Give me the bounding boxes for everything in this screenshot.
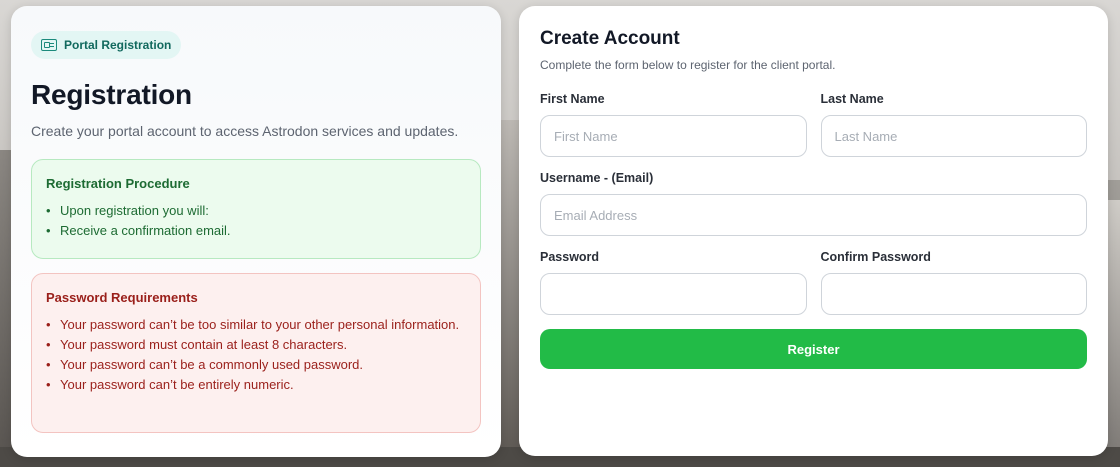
first-name-input[interactable]	[540, 115, 807, 157]
last-name-field: Last Name	[820, 92, 1087, 157]
registration-procedure-box: Registration Procedure Upon registration…	[31, 159, 481, 259]
email-input[interactable]	[540, 194, 1087, 236]
password-label: Password	[540, 250, 600, 264]
first-name-field: First Name	[540, 92, 807, 157]
password-field: Password	[540, 250, 807, 315]
list-item: Your password can’t be a commonly used p…	[46, 355, 466, 375]
username-label: Username - (Email)	[540, 171, 654, 185]
first-name-label: First Name	[540, 92, 605, 106]
procedure-title: Registration Procedure	[46, 176, 190, 191]
requirements-list: Your password can’t be too similar to yo…	[46, 315, 466, 395]
page-title: Registration	[31, 79, 192, 110]
confirm-password-field: Confirm Password	[820, 250, 1087, 315]
form-subtitle: Complete the form below to register for …	[540, 58, 836, 72]
confirm-password-input[interactable]	[820, 273, 1087, 315]
id-card-icon	[41, 39, 57, 51]
badge-label: Portal Registration	[64, 38, 172, 52]
last-name-label: Last Name	[820, 92, 884, 106]
password-row: Password Confirm Password	[540, 250, 1087, 315]
list-item: Your password can’t be too similar to yo…	[46, 315, 466, 335]
requirements-title: Password Requirements	[46, 290, 198, 305]
procedure-list: Upon registration you will: Receive a co…	[46, 201, 466, 241]
last-name-input[interactable]	[820, 115, 1087, 157]
registration-info-panel: Portal Registration Registration Create …	[11, 6, 501, 457]
create-account-form-panel: Create Account Complete the form below t…	[519, 6, 1108, 456]
name-row: First Name Last Name	[540, 92, 1087, 157]
list-item: Your password can’t be entirely numeric.	[46, 375, 466, 395]
list-item: Upon registration you will:	[46, 201, 466, 221]
list-item: Your password must contain at least 8 ch…	[46, 335, 466, 355]
confirm-password-label: Confirm Password	[820, 250, 931, 264]
password-requirements-box: Password Requirements Your password can’…	[31, 273, 481, 433]
username-row: Username - (Email)	[540, 171, 1087, 236]
username-field: Username - (Email)	[540, 171, 1087, 236]
password-input[interactable]	[540, 273, 807, 315]
portal-registration-badge: Portal Registration	[31, 31, 182, 59]
form-title: Create Account	[540, 28, 680, 49]
page-subtitle: Create your portal account to access Ast…	[31, 123, 459, 139]
register-button[interactable]: Register	[540, 329, 1087, 369]
list-item: Receive a confirmation email.	[46, 221, 466, 241]
